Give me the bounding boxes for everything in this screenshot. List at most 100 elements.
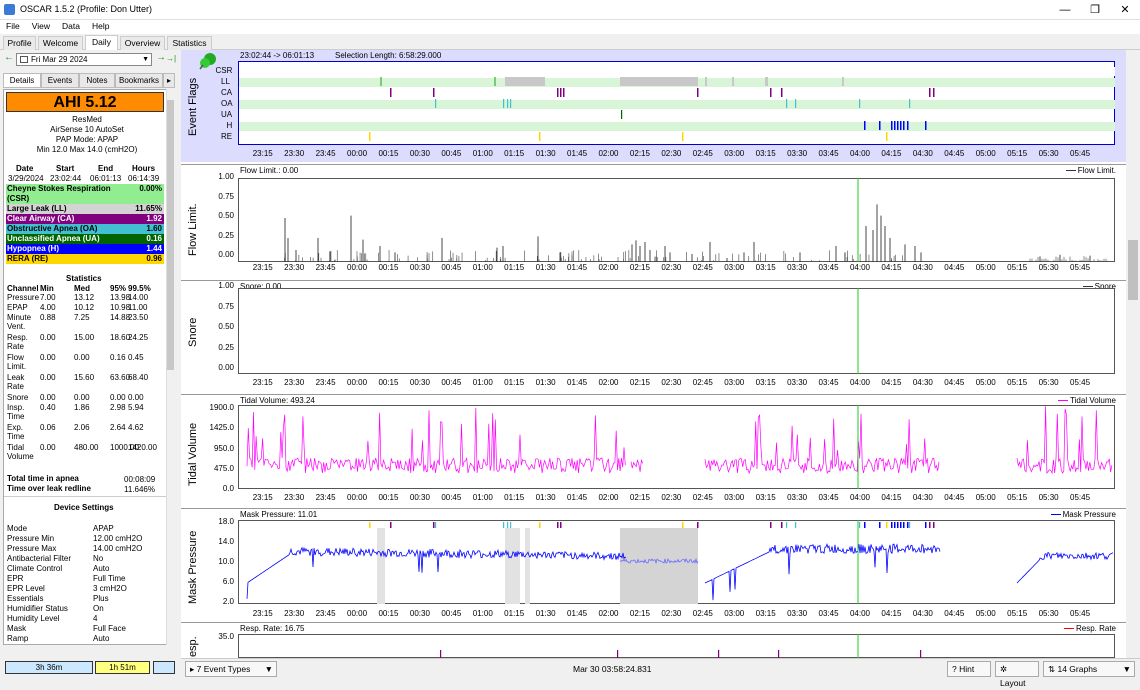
stat-value: 0.00 — [110, 393, 126, 402]
date-picker[interactable]: Fri Mar 29 2024 ▼ — [16, 53, 152, 66]
event-types-dropdown[interactable]: ▸ 7 Event Types ▼ — [185, 661, 277, 677]
menu-data[interactable]: Data — [56, 20, 86, 32]
apnea-time-value: 00:08:09 — [124, 475, 156, 484]
time-tick: 04:15 — [881, 493, 902, 502]
next-day-button[interactable]: → — [156, 52, 166, 63]
event-label: Hypopnea (H) — [7, 244, 59, 253]
time-tick: 03:00 — [724, 149, 745, 158]
time-tick: 23:45 — [315, 378, 336, 387]
setting-value: 4 — [93, 614, 98, 623]
tab-profile[interactable]: Profile — [3, 36, 36, 50]
setting-name: Humidifier Status — [7, 604, 68, 613]
stat-header: Med — [74, 284, 90, 293]
time-tick: 04:45 — [944, 493, 965, 502]
time-tick: 05:00 — [975, 378, 996, 387]
y-tick: 10.0 — [218, 557, 234, 566]
time-tick: 05:30 — [1038, 493, 1059, 502]
event-row[interactable]: Clear Airway (CA) 1.92 — [6, 214, 164, 224]
time-tick: 03:15 — [755, 493, 776, 502]
pin-icon[interactable] — [199, 52, 217, 70]
tab-overview[interactable]: Overview — [120, 36, 165, 50]
time-tick: 00:15 — [378, 378, 399, 387]
y-tick: 475.0 — [213, 463, 234, 473]
close-button[interactable]: ✕ — [1110, 0, 1140, 20]
event-value: 1.92 — [146, 214, 162, 223]
chevron-down-icon[interactable]: ▼ — [142, 54, 149, 65]
time-tick: 23:15 — [252, 493, 273, 502]
time-tick: 05:15 — [1007, 263, 1028, 272]
tab-statistics[interactable]: Statistics — [167, 36, 212, 50]
duration-button-2[interactable]: 1h 51m — [95, 661, 150, 674]
minimize-button[interactable]: — — [1050, 0, 1080, 20]
time-tick: 00:45 — [441, 263, 462, 272]
menu-file[interactable]: File — [0, 20, 26, 32]
time-tick: 03:15 — [755, 378, 776, 387]
time-tick: 02:30 — [661, 149, 682, 158]
y-tick: 1425.0 — [209, 423, 234, 433]
tab-bookmarks[interactable]: Bookmarks — [115, 73, 163, 88]
time-tick: 01:00 — [472, 378, 493, 387]
prev-day-button[interactable]: ← — [4, 52, 14, 63]
graphs-scrollbar-thumb[interactable] — [1128, 240, 1138, 300]
y-tick: 0.25 — [218, 342, 234, 352]
graphs-dropdown[interactable]: ⇅ 14 Graphs ▼ — [1043, 661, 1135, 677]
setting-name: Humidity Level — [7, 614, 60, 623]
time-tick: 03:00 — [724, 378, 745, 387]
legend-label: Resp. Rate — [1075, 624, 1116, 633]
hint-button[interactable]: ? Hint — [947, 661, 991, 677]
time-tick: 05:45 — [1070, 378, 1091, 387]
graph-separator — [181, 394, 1126, 395]
time-tick: 00:00 — [347, 378, 368, 387]
event-row[interactable]: RERA (RE) 0.96 — [6, 254, 164, 264]
time-tick: 04:45 — [944, 149, 965, 158]
tab-details[interactable]: Details — [3, 73, 41, 88]
tab-daily[interactable]: Daily — [85, 35, 118, 51]
event-row[interactable]: Large Leak (LL) 11.65% — [6, 204, 164, 214]
stat-channel: Resp. Rate — [7, 333, 28, 351]
graph-separator — [181, 164, 1126, 165]
duration-button-1[interactable]: 3h 36m — [5, 661, 93, 674]
details-scrollbar-thumb[interactable] — [167, 100, 174, 370]
stat-value: 7.00 — [40, 293, 56, 302]
pap-mode: PAP Mode: APAP — [55, 135, 119, 144]
duration-button-3[interactable] — [153, 661, 175, 674]
time-tick: 05:00 — [975, 263, 996, 272]
maximize-button[interactable]: ❐ — [1080, 0, 1110, 20]
tab-scroll-right[interactable]: ▸ — [163, 73, 175, 88]
legend-label: Tidal Volume — [1070, 396, 1116, 405]
tab-notes[interactable]: Notes — [79, 73, 115, 88]
event-row[interactable]: Unclassified Apnea (UA) 0.16 — [6, 234, 164, 244]
graph-legend: Flow Limit. — [1065, 166, 1116, 175]
time-tick: 02:15 — [629, 493, 650, 502]
stat-value: 13.12 — [74, 293, 95, 302]
y-tick: 1900.0 — [209, 403, 234, 412]
flag-row-label: CA — [221, 88, 233, 97]
stat-value: 0.00 — [74, 393, 90, 402]
tab-welcome[interactable]: Welcome — [38, 36, 83, 50]
tab-events[interactable]: Events — [41, 73, 79, 88]
menu-view[interactable]: View — [26, 20, 56, 32]
time-tick: 05:15 — [1007, 493, 1028, 502]
event-row[interactable]: Obstructive Apnea (OA) 1.60 — [6, 224, 164, 234]
graph-axis-label: Tidal Volume — [187, 422, 199, 486]
time-tick: 23:30 — [284, 263, 305, 272]
time-tick: 23:15 — [252, 378, 273, 387]
time-tick: 23:30 — [284, 609, 305, 618]
time-tick: 23:30 — [284, 378, 305, 387]
event-value: 11.65% — [135, 204, 162, 213]
time-tick: 00:45 — [441, 149, 462, 158]
time-tick: 01:30 — [535, 609, 556, 618]
time-tick: 04:00 — [849, 378, 870, 387]
y-tick: 2.0 — [222, 597, 234, 606]
flag-row-label: UA — [221, 110, 233, 119]
col-hours: Hours — [132, 164, 156, 173]
time-tick: 00:00 — [347, 263, 368, 272]
stat-value: 480.00 — [74, 443, 99, 452]
event-row[interactable]: Hypopnea (H) 1.44 — [6, 244, 164, 254]
event-row[interactable]: Cheyne Stokes Respiration (CSR) 0.00% — [6, 184, 164, 204]
last-day-button[interactable]: →| — [166, 54, 176, 63]
layout-button[interactable]: ✲ Layout — [995, 661, 1039, 688]
graphs-scrollbar[interactable] — [1126, 50, 1140, 658]
menu-help[interactable]: Help — [86, 20, 115, 32]
event-label: Clear Airway (CA) — [7, 214, 75, 223]
